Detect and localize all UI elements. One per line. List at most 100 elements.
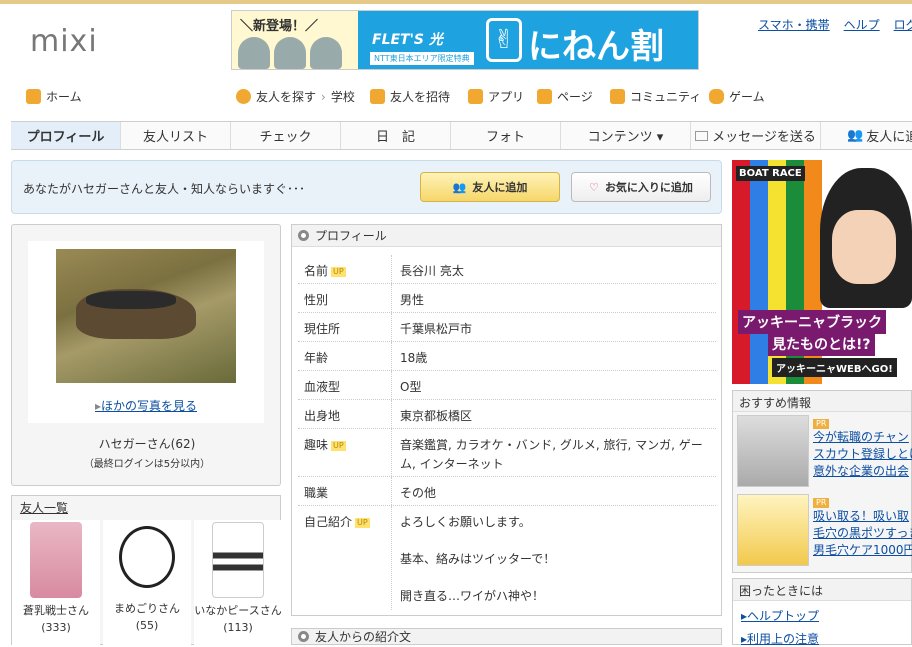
tab-send-message[interactable]: メッセージを送る: [691, 122, 821, 149]
ad-person-face: [832, 210, 896, 284]
more-photos-link[interactable]: ▸ほかの写真を見る: [28, 397, 264, 414]
top-links: スマホ・携帯 ヘルプ ログ: [758, 16, 912, 33]
add-favorite-label: お気に入りに追加: [604, 181, 693, 194]
banner-campaign-text: にねん割: [528, 27, 664, 67]
profile-key: 血液型: [298, 371, 392, 399]
mobile-link[interactable]: スマホ・携帯: [758, 16, 830, 33]
banner-flets-text: FLET'S 光: [372, 32, 443, 48]
recommend-item[interactable]: PR 今が転職のチャン スカウト登録しとけ 意外な企業の出会: [737, 415, 912, 487]
friend-intro-title: 友人からの紹介文: [315, 630, 412, 644]
profile-value: 千葉県松戸市: [400, 322, 473, 336]
profile-key: 名前: [304, 264, 329, 278]
nav-community[interactable]: コミュニティ: [610, 88, 701, 105]
user-name: ハセガーさん(62): [98, 437, 196, 451]
help-link-top[interactable]: ▸ヘルプトップ: [741, 607, 819, 624]
tab-contents[interactable]: コンテンツ ▾: [561, 122, 691, 149]
profile-key: 自己紹介: [304, 515, 353, 529]
up-badge: UP: [331, 440, 346, 451]
profile-value: その他: [400, 486, 437, 500]
profile-value: 長谷川 亮太: [400, 264, 464, 278]
friend-intro-header: 友人からの紹介文: [291, 628, 722, 645]
profile-value: 男性: [400, 293, 425, 307]
profile-value: 18歳: [400, 351, 428, 365]
profile-key: 出身地: [298, 400, 392, 428]
profile-row-hobby: 趣味 UP 音楽鑑賞, カラオケ・バンド, グルメ, 旅行, マンガ, ゲーム, イ…: [298, 429, 716, 477]
recommend-thumb: [737, 494, 809, 566]
friend-list-title[interactable]: 友人一覧: [20, 499, 68, 516]
ad-caption-2: 見たものとは!?: [768, 332, 875, 356]
last-login: （最終ログインは5分以内）: [83, 459, 211, 470]
recommend-thumb: [737, 415, 809, 487]
nav-school-label[interactable]: 学校: [331, 88, 355, 105]
intro-line: 基本、絡みはツイッターで！: [400, 552, 556, 566]
ad-caption-1: アッキーニャブラック: [738, 310, 886, 334]
profile-key: 年齢: [298, 342, 392, 370]
profile-row-age: 年齢 18歳: [298, 342, 716, 371]
nav-games-label: ゲーム: [729, 90, 765, 104]
friend-item[interactable]: まめごりさん (55): [103, 520, 191, 646]
tab-diary[interactable]: 日 記: [341, 122, 451, 149]
profile-row-gender: 性別 男性: [298, 284, 716, 313]
profile-row-birthplace: 出身地 東京都板橋区: [298, 400, 716, 429]
friend-item[interactable]: いなかピースさん (113): [194, 520, 282, 646]
nav-find-friends[interactable]: 友人を探す › 学校: [236, 88, 355, 105]
circle-icon: [298, 230, 309, 241]
profile-title: プロフィール: [315, 229, 387, 243]
house-icon: [26, 89, 41, 104]
photo-frame: ▸ほかの写真を見る: [28, 241, 264, 423]
mixi-logo[interactable]: mixi: [30, 24, 98, 59]
friend-request-box: あなたがハセガーさんと友人・知人ならいますぐ･･･ 👥 友人に追加 ♡ お気に入りに…: [11, 160, 722, 214]
tab-photo[interactable]: フォト: [451, 122, 561, 149]
chat-icon: [610, 89, 625, 104]
intro-line: よろしくお願いします。: [400, 515, 531, 529]
tab-add-friend[interactable]: 👥 友人に追: [821, 122, 912, 149]
user-card: ▸ほかの写真を見る ハセガーさん(62) （最終ログインは5分以内）: [11, 224, 281, 486]
nav-games[interactable]: ゲーム: [709, 88, 765, 105]
recommend-text: スカウト登録しとけ: [813, 447, 912, 461]
recommend-item[interactable]: PR 吸い取る！吸い取 毛穴の黒ポツすっき 男毛穴ケア1000円: [737, 494, 912, 566]
up-badge: UP: [331, 266, 346, 277]
nav-apps[interactable]: アプリ: [468, 88, 524, 105]
help-link-label: ヘルプトップ: [747, 609, 820, 623]
recommend-box: おすすめ情報 PR 今が転職のチャン スカウト登録しとけ 意外な企業の出会 PR 吸い取…: [732, 390, 912, 573]
nav-invite[interactable]: 友人を招待: [370, 88, 450, 105]
nav-home[interactable]: ホーム: [26, 88, 82, 105]
nav-apps-label: アプリ: [488, 90, 525, 104]
help-title: 困ったときには: [733, 579, 911, 601]
envelope-icon: [695, 130, 709, 141]
peace-hand-icon: ✌: [486, 18, 522, 62]
profile-photo[interactable]: [56, 249, 236, 383]
profile-panel: プロフィール 名前 UP 長谷川 亮太 性別 男性 現住所 千葉県松戸市 年齢 18歳 血…: [291, 224, 722, 616]
profile-value: よろしくお願いします。 基本、絡みはツイッターで！ 開き直る…ワイがハ神や！: [392, 506, 716, 610]
nav-home-label: ホーム: [46, 90, 82, 104]
jackal-back: [86, 291, 176, 309]
help-link-terms[interactable]: ▸利用上の注意: [741, 630, 819, 647]
ad-caption-3: アッキーニャWEBへGO!: [772, 358, 897, 377]
recommend-text: 意外な企業の出会: [813, 464, 910, 478]
profile-key: 現住所: [298, 313, 392, 341]
tab-check[interactable]: チェック: [231, 122, 341, 149]
help-link[interactable]: ヘルプ: [844, 16, 880, 33]
ad-boatrace-logo: BOAT RACE: [736, 166, 805, 181]
tab-profile[interactable]: プロフィール: [11, 122, 121, 149]
profile-row-name: 名前 UP 長谷川 亮太: [298, 255, 716, 284]
add-friend-button[interactable]: 👥 友人に追加: [420, 172, 560, 202]
login-link[interactable]: ログ: [894, 16, 912, 33]
help-link-label: 利用上の注意: [747, 632, 820, 646]
pr-badge: PR: [813, 498, 830, 508]
profile-key: 性別: [298, 284, 392, 312]
banner-right: FLET'S 光 NTT東日本エリア限定特典 ✌ にねん割: [358, 11, 698, 69]
nav-pages[interactable]: ページ: [537, 88, 593, 105]
profile-row-blood: 血液型 O型: [298, 371, 716, 400]
friend-item[interactable]: 蒼乳戦士さん (333): [12, 520, 100, 646]
flets-banner-ad[interactable]: ＼新登場！／ FLET'S 光 NTT東日本エリア限定特典 ✌ にねん割: [231, 10, 699, 70]
boatrace-ad[interactable]: BOAT RACE アッキーニャブラック 見たものとは!? アッキーニャWEBへ…: [732, 160, 912, 384]
tab-friend-list[interactable]: 友人リスト: [121, 122, 231, 149]
friend-avatar: [212, 522, 264, 598]
pr-badge: PR: [813, 419, 830, 429]
circle-icon: [298, 631, 309, 642]
add-favorite-button[interactable]: ♡ お気に入りに追加: [571, 172, 711, 202]
profile-header: プロフィール: [292, 225, 721, 247]
friend-name: 蒼乳戦士さん (333): [23, 604, 89, 634]
help-box: 困ったときには ▸ヘルプトップ ▸利用上の注意: [732, 578, 912, 647]
